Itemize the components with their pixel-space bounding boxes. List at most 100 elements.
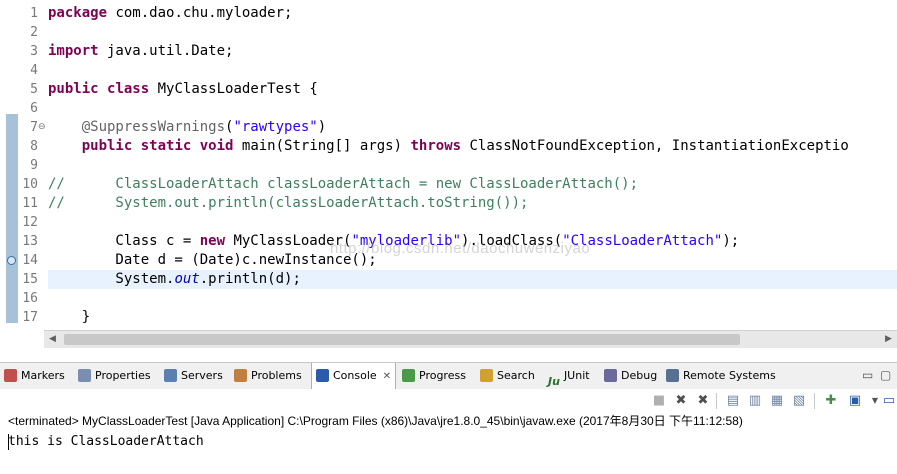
search-icon <box>480 368 493 382</box>
line-number[interactable]: 8 <box>0 137 38 156</box>
maximize-view-icon[interactable]: ▢ <box>880 368 891 382</box>
tab-label: Debug <box>621 369 658 382</box>
minimize-view-icon[interactable]: ▭ <box>862 368 873 382</box>
occurrence-marker-icon[interactable] <box>7 256 16 265</box>
tab-progress[interactable]: Progress <box>402 363 466 389</box>
progress-icon <box>402 368 415 382</box>
tab-remote-systems[interactable]: Remote Systems <box>666 363 776 389</box>
code-token: class <box>107 81 150 97</box>
line-number[interactable]: 5 <box>0 80 38 99</box>
line-number[interactable]: 3 <box>0 42 38 61</box>
code-token: System. <box>48 271 175 287</box>
terminate-icon[interactable]: ■ <box>650 392 668 410</box>
code-token: void <box>199 138 234 154</box>
console-icon <box>316 368 329 382</box>
toolbar-separator <box>716 393 717 409</box>
line-number[interactable]: 4 <box>0 61 38 80</box>
tab-markers[interactable]: Markers <box>4 363 65 389</box>
tab-label: Servers <box>181 369 223 382</box>
tab-debug[interactable]: Debug <box>604 363 657 389</box>
scroll-right-arrow-icon[interactable]: ▶ <box>880 331 897 348</box>
tab-servers[interactable]: Servers <box>164 363 223 389</box>
tab-console[interactable]: Console ✕ <box>311 363 397 390</box>
code-line[interactable]: package com.dao.chu.myloader; <box>48 4 897 23</box>
line-number[interactable]: 14 <box>0 251 38 270</box>
code-line[interactable] <box>48 156 897 175</box>
console-toolbar: ■ ✖ ✖ ▤ ▥ ▦ ▧ ✚ ▣ ▼ ▭ <box>0 389 897 413</box>
tab-label: Console <box>333 369 377 382</box>
remove-launch-icon[interactable]: ✖ <box>672 392 690 410</box>
code-line[interactable]: } <box>48 308 897 327</box>
tab-search[interactable]: Search <box>480 363 535 389</box>
code-token: .println(d); <box>199 271 301 287</box>
tab-properties[interactable]: Properties <box>78 363 151 389</box>
code-token: ); <box>722 233 740 249</box>
code-line[interactable] <box>48 213 897 232</box>
code-line[interactable] <box>48 23 897 42</box>
code-token: public <box>81 138 133 154</box>
code-token: MyClassLoader( <box>225 233 352 249</box>
code-line[interactable]: @SuppressWarnings("rawtypes") <box>48 118 897 137</box>
code-token: // ClassLoaderAttach classLoaderAttach =… <box>48 176 639 192</box>
display-selected-console-icon[interactable]: ▣ <box>846 392 864 410</box>
code-line[interactable]: System.out.println(d); <box>48 270 897 289</box>
code-area[interactable]: package com.dao.chu.myloader; import java… <box>48 0 897 330</box>
tab-problems[interactable]: Problems <box>234 363 302 389</box>
word-wrap-icon[interactable]: ▦ <box>768 392 786 410</box>
code-token: "ClassLoaderAttach" <box>562 233 723 249</box>
code-line[interactable]: public class MyClassLoaderTest { <box>48 80 897 99</box>
code-line[interactable]: import java.util.Date; <box>48 42 897 61</box>
line-number[interactable]: 12 <box>0 213 38 232</box>
line-number[interactable]: 9 <box>0 156 38 175</box>
code-token: } <box>48 309 91 325</box>
code-line[interactable]: // System.out.println(classLoaderAttach.… <box>48 194 897 213</box>
pin-console-icon[interactable]: ✚ <box>822 392 840 410</box>
code-token: ClassNotFoundException, InstantiationExc… <box>461 138 849 154</box>
line-number[interactable]: 6 <box>0 99 38 118</box>
line-number[interactable]: 7 <box>0 118 38 137</box>
code-token: package <box>48 5 108 21</box>
code-token: new <box>199 233 226 249</box>
code-line[interactable] <box>48 61 897 80</box>
console-output[interactable]: this is ClassLoaderAttach <box>8 433 204 451</box>
code-line[interactable] <box>48 289 897 308</box>
line-number[interactable]: 1 <box>0 4 38 23</box>
scroll-left-arrow-icon[interactable]: ◀ <box>44 331 61 348</box>
line-number[interactable]: 11 <box>0 194 38 213</box>
scroll-lock-icon[interactable]: ▤ <box>724 392 742 410</box>
line-number[interactable]: 17 <box>0 308 38 327</box>
line-number[interactable]: 10 <box>0 175 38 194</box>
line-number[interactable]: 16 <box>0 289 38 308</box>
views-tab-bar: Markers Properties Servers Problems Console ✕… <box>0 362 897 390</box>
junit-icon: Ju <box>548 374 560 388</box>
open-console-icon[interactable]: ▭ <box>880 392 897 410</box>
remove-all-terminated-icon[interactable]: ✖ <box>694 392 712 410</box>
java-editor[interactable]: 1 2 3 4 5 6 7 ⊖ 8 9 10 11 12 13 14 15 16 17 package com.d… <box>0 0 897 348</box>
code-token: ) <box>317 119 327 135</box>
tab-junit[interactable]: Ju JUnit <box>548 363 590 389</box>
properties-icon <box>78 368 91 382</box>
tab-label: Progress <box>419 369 466 382</box>
code-line[interactable]: Class c = new MyClassLoader("myloaderlib… <box>48 232 897 251</box>
clear-console-icon[interactable]: ▥ <box>746 392 764 410</box>
code-line[interactable]: Date d = (Date)c.newInstance(); <box>48 251 897 270</box>
editor-horizontal-scrollbar[interactable]: ◀ ▶ <box>44 330 897 348</box>
fold-collapse-icon[interactable]: ⊖ <box>38 118 46 137</box>
close-tab-icon[interactable]: ✕ <box>383 371 391 382</box>
scrollbar-thumb[interactable] <box>64 334 740 345</box>
code-line[interactable] <box>48 99 897 118</box>
code-line[interactable]: // ClassLoaderAttach classLoaderAttach =… <box>48 175 897 194</box>
line-number[interactable]: 2 <box>0 23 38 42</box>
show-console-icon[interactable]: ▧ <box>790 392 808 410</box>
code-line[interactable]: public static void main(String[] args) t… <box>48 137 897 156</box>
line-number[interactable]: 13 <box>0 232 38 251</box>
code-token: "rawtypes" <box>233 119 318 135</box>
tab-label: Properties <box>95 369 151 382</box>
line-number[interactable]: 15 <box>0 270 38 289</box>
editor-gutter[interactable]: 1 2 3 4 5 6 7 ⊖ 8 9 10 11 12 13 14 15 16 17 <box>0 0 46 330</box>
